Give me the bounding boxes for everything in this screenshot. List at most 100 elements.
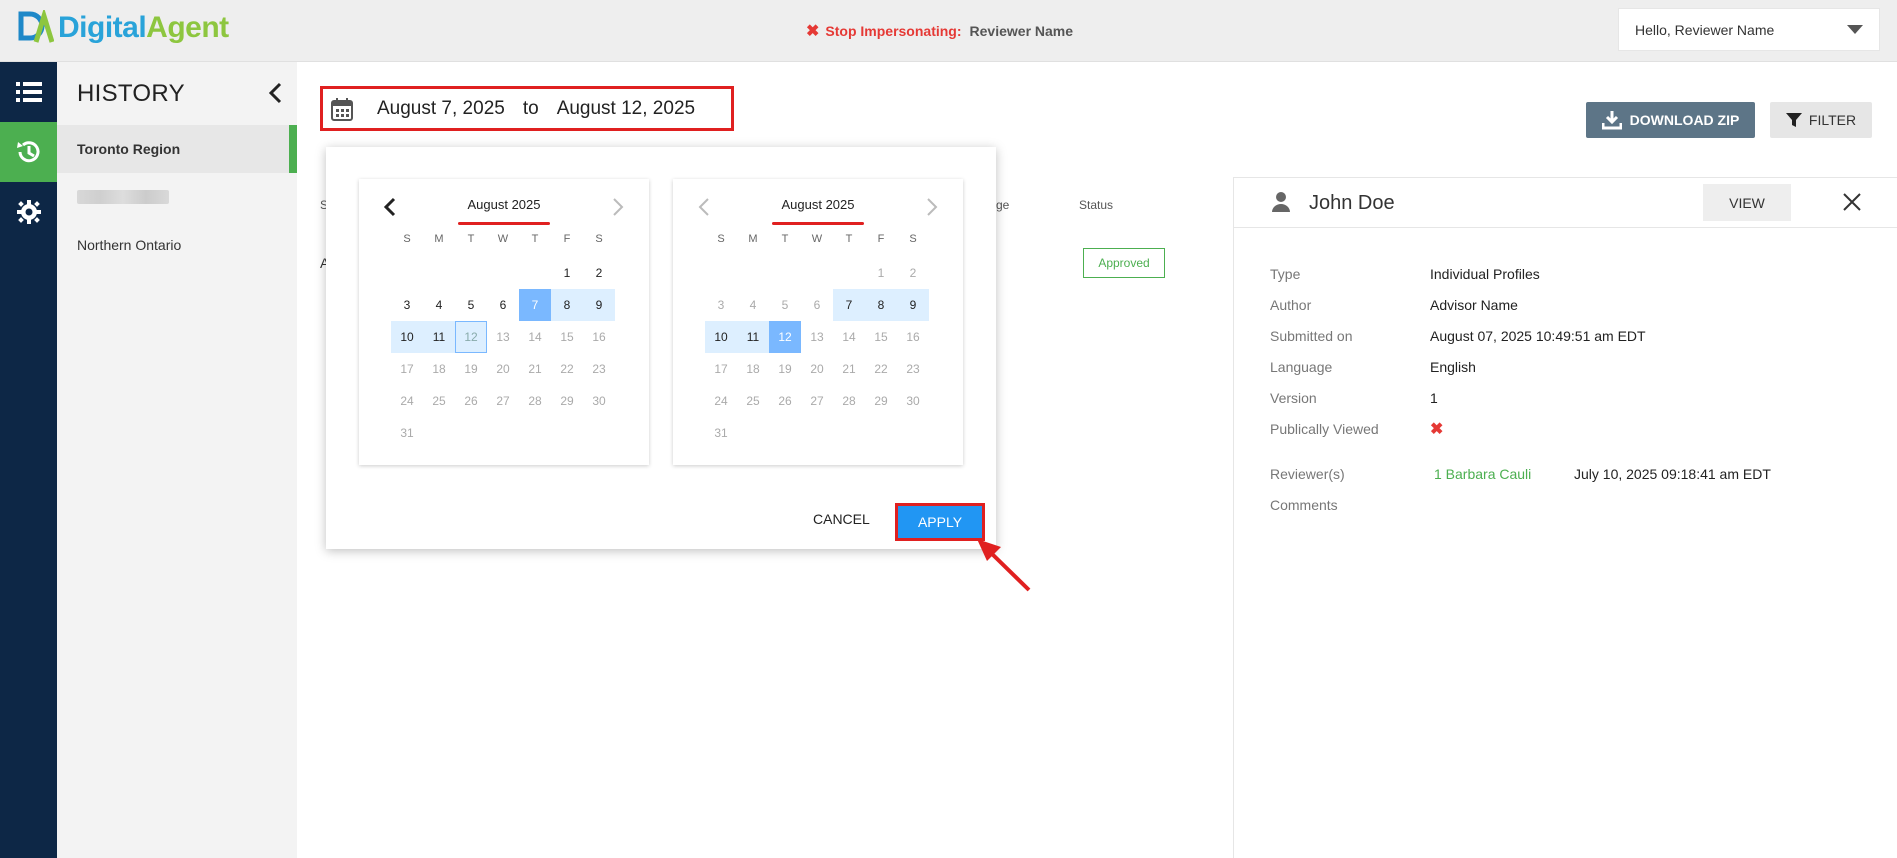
day-cell[interactable]: 8 bbox=[865, 289, 897, 321]
day-cell: 28 bbox=[842, 394, 856, 408]
end-date: August 12, 2025 bbox=[556, 97, 696, 119]
version-value: 1 bbox=[1430, 390, 1438, 406]
day-cell[interactable]: 6 bbox=[487, 289, 519, 321]
day-cell: 23 bbox=[906, 362, 920, 376]
digital-agent-logo[interactable]: DigitalAgent bbox=[18, 10, 229, 46]
day-cell[interactable]: 2 bbox=[583, 257, 615, 289]
day-cell: 17 bbox=[400, 362, 414, 376]
cancel-button[interactable]: CANCEL bbox=[813, 511, 870, 527]
empty-cell bbox=[519, 257, 551, 289]
day-cell: 22 bbox=[560, 362, 574, 376]
weekday-label: T bbox=[845, 233, 853, 245]
weekday-label: F bbox=[877, 233, 885, 245]
day-cell[interactable]: 10 bbox=[705, 321, 737, 353]
apply-button[interactable]: APPLY bbox=[895, 503, 985, 541]
stop-impersonating-link[interactable]: ✖ Stop Impersonating: Reviewer Name bbox=[806, 21, 1073, 41]
day-cell: 21 bbox=[528, 362, 542, 376]
date-separator: to bbox=[522, 97, 539, 119]
day-cell[interactable]: 12 bbox=[769, 321, 801, 353]
weekday-label: S bbox=[717, 233, 725, 245]
day-cell[interactable]: 11 bbox=[423, 321, 455, 353]
type-value: Individual Profiles bbox=[1430, 266, 1540, 282]
user-menu-dropdown[interactable]: Hello, Reviewer Name bbox=[1618, 8, 1880, 51]
day-cell: 28 bbox=[528, 394, 542, 408]
table-header-language: ge bbox=[996, 198, 1010, 212]
annotation-underline bbox=[458, 222, 550, 225]
day-cell[interactable]: 9 bbox=[583, 289, 615, 321]
top-bar: DigitalAgent ✖ Stop Impersonating: Revie… bbox=[0, 0, 1897, 62]
day-cell[interactable]: 1 bbox=[551, 257, 583, 289]
day-cell: 18 bbox=[746, 362, 760, 376]
day-cell[interactable]: 7 bbox=[833, 289, 865, 321]
table-header-status: Status bbox=[1079, 198, 1114, 212]
detail-panel: John Doe VIEW Type Individual Profiles A… bbox=[1233, 177, 1897, 858]
list-nav-button[interactable] bbox=[0, 62, 57, 122]
settings-nav-button[interactable] bbox=[0, 182, 57, 242]
day-cell: 30 bbox=[592, 394, 606, 408]
empty-cell bbox=[455, 257, 487, 289]
history-sidebar: HISTORY Toronto Region Northern Ontario bbox=[57, 62, 297, 858]
day-cell[interactable]: 12 bbox=[455, 321, 487, 353]
month-title: August 2025 bbox=[467, 197, 541, 212]
filter-label: FILTER bbox=[1808, 112, 1857, 128]
date-range-field[interactable]: August 7, 2025 to August 12, 2025 bbox=[320, 86, 734, 131]
region-item-redacted[interactable] bbox=[57, 173, 297, 221]
day-cell: 15 bbox=[874, 330, 888, 344]
day-grid: 1 2 3 4 5 6 7 8 9 10 11 12 13 14 15 16 17 18 19 20 21 22 23 24 2… bbox=[391, 257, 615, 449]
weekday-label: S bbox=[909, 233, 917, 245]
logo-text: DigitalAgent bbox=[58, 11, 229, 44]
close-icon[interactable] bbox=[1840, 190, 1864, 214]
reviewer-link[interactable]: 1 Barbara Cauli bbox=[1434, 466, 1531, 482]
weekday-label: S bbox=[403, 233, 411, 245]
submitted-label: Submitted on bbox=[1270, 328, 1353, 344]
day-cell: 26 bbox=[778, 394, 792, 408]
weekday-label: T bbox=[781, 233, 789, 245]
empty-cell bbox=[487, 257, 519, 289]
day-cell: 25 bbox=[746, 394, 760, 408]
person-icon bbox=[1272, 192, 1290, 212]
history-nav-button[interactable] bbox=[0, 122, 57, 182]
day-cell: 15 bbox=[560, 330, 574, 344]
day-cell: 19 bbox=[464, 362, 478, 376]
empty-cell bbox=[423, 257, 455, 289]
region-item-northern-ontario[interactable]: Northern Ontario bbox=[57, 221, 297, 269]
day-cell[interactable]: 3 bbox=[391, 289, 423, 321]
day-cell: 21 bbox=[842, 362, 856, 376]
day-cell[interactable]: 8 bbox=[551, 289, 583, 321]
chevron-right-icon[interactable] bbox=[923, 197, 941, 217]
day-cell[interactable]: 11 bbox=[737, 321, 769, 353]
empty-cell bbox=[801, 257, 833, 289]
day-cell: 6 bbox=[813, 298, 821, 312]
view-button[interactable]: VIEW bbox=[1703, 184, 1791, 221]
day-cell[interactable]: 9 bbox=[897, 289, 929, 321]
annotation-underline bbox=[772, 222, 864, 225]
not-viewed-icon: ✖ bbox=[1430, 421, 1444, 438]
download-zip-label: DOWNLOAD ZIP bbox=[1629, 112, 1740, 128]
day-cell[interactable]: 4 bbox=[423, 289, 455, 321]
day-cell: 18 bbox=[432, 362, 446, 376]
region-label: Northern Ontario bbox=[77, 237, 182, 253]
filter-button[interactable]: FILTER bbox=[1770, 102, 1872, 138]
day-cell[interactable]: 10 bbox=[391, 321, 423, 353]
month-header: August 2025 bbox=[673, 191, 963, 225]
language-value: English bbox=[1430, 359, 1476, 375]
calendar-icon bbox=[331, 97, 353, 121]
chevron-right-icon[interactable] bbox=[609, 197, 627, 217]
chevron-left-icon[interactable] bbox=[265, 82, 287, 104]
day-cell: 20 bbox=[496, 362, 510, 376]
day-cell: 23 bbox=[592, 362, 606, 376]
day-cell[interactable]: 5 bbox=[455, 289, 487, 321]
empty-cell bbox=[769, 257, 801, 289]
region-item-toronto[interactable]: Toronto Region bbox=[57, 125, 297, 173]
day-cell: 29 bbox=[874, 394, 888, 408]
reviewers-label: Reviewer(s) bbox=[1270, 466, 1345, 482]
close-icon: ✖ bbox=[806, 23, 820, 40]
day-cell: 4 bbox=[749, 298, 757, 312]
download-zip-button[interactable]: DOWNLOAD ZIP bbox=[1586, 102, 1755, 138]
month-title: August 2025 bbox=[781, 197, 855, 212]
calendar-month-left: August 2025 SMTWTFS 1 2 3 4 5 6 7 8 9 10 11 12 13 14 1… bbox=[359, 179, 649, 465]
day-cell[interactable]: 7 bbox=[519, 289, 551, 321]
day-cell: 16 bbox=[906, 330, 920, 344]
day-cell: 13 bbox=[810, 330, 824, 344]
day-cell: 17 bbox=[714, 362, 728, 376]
